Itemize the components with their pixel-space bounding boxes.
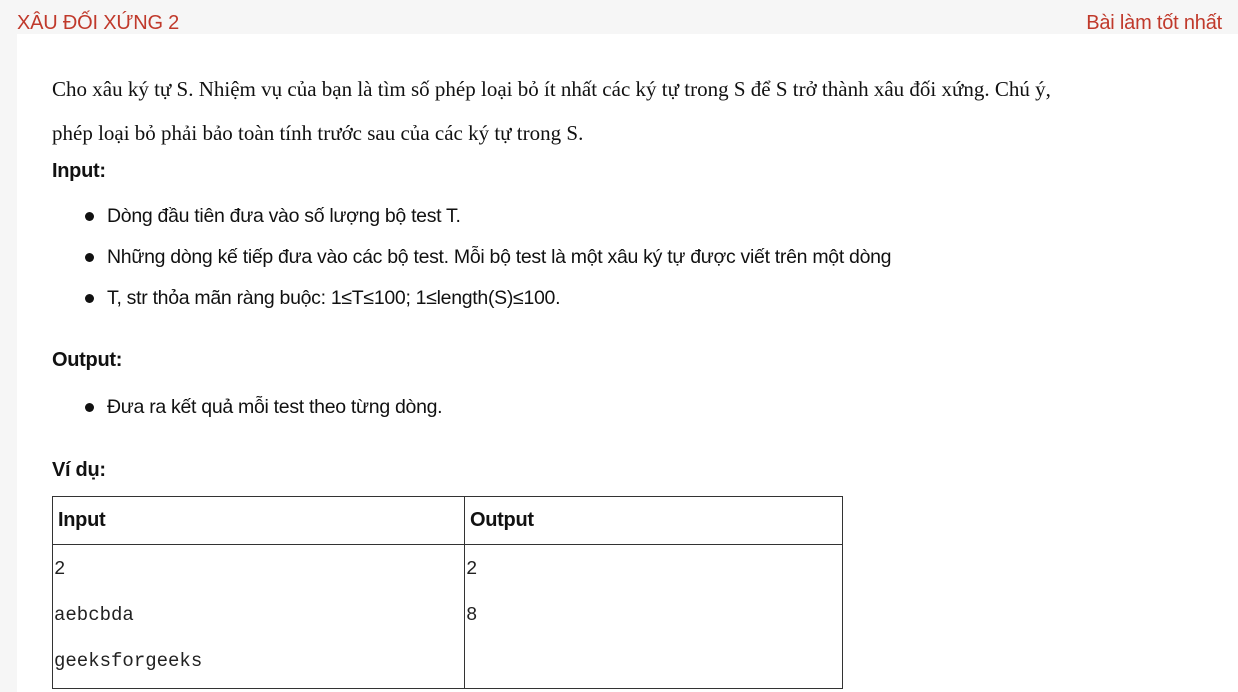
list-item: Những dòng kế tiếp đưa vào các bộ test. …: [52, 242, 892, 283]
problem-content: Cho xâu ký tự S. Nhiệm vụ của bạn là tìm…: [17, 34, 1238, 692]
bullet-icon: [85, 294, 94, 303]
input-item-text: Những dòng kế tiếp đưa vào các bộ test. …: [107, 246, 892, 268]
output-heading: Output:: [52, 349, 123, 371]
list-item: T, str thỏa mãn ràng buộc: 1≤T≤100; 1≤le…: [52, 283, 891, 324]
output-list: Đưa ra kết quả mỗi test theo từng dòng.: [52, 392, 443, 433]
example-output-line: 8: [466, 604, 478, 626]
input-item-text: Dòng đầu tiên đưa vào số lượng bộ test T…: [107, 205, 461, 227]
example-heading: Ví dụ:: [52, 459, 106, 481]
example-input-line: geeksforgeeks: [54, 650, 203, 672]
example-output-line: 2: [466, 558, 478, 580]
example-input-cell: 2 aebcbda geeksforgeeks: [52, 544, 465, 689]
table-header-row: Input Output: [52, 496, 843, 545]
bullet-icon: [85, 403, 94, 412]
best-solutions-link[interactable]: Bài làm tốt nhất: [1086, 12, 1222, 35]
output-item-text: Đưa ra kết quả mỗi test theo từng dòng.: [107, 396, 443, 418]
problem-description: Cho xâu ký tự S. Nhiệm vụ của bạn là tìm…: [52, 67, 1232, 155]
list-item: Đưa ra kết quả mỗi test theo từng dòng.: [52, 392, 443, 433]
table-row: 2 aebcbda geeksforgeeks 2 8: [52, 544, 843, 689]
list-item: Dòng đầu tiên đưa vào số lượng bộ test T…: [52, 201, 891, 242]
bullet-icon: [85, 212, 94, 221]
problem-title: XÂU ĐỐI XỨNG 2: [17, 12, 180, 34]
description-line-2: phép loại bỏ phải bảo toàn tính trước sa…: [52, 121, 584, 145]
input-heading: Input:: [52, 160, 106, 182]
example-output-cell: 2 8: [464, 544, 843, 689]
top-bar: XÂU ĐỐI XỨNG 2 Bài làm tốt nhất: [0, 0, 1238, 34]
description-line-1: Cho xâu ký tự S. Nhiệm vụ của bạn là tìm…: [52, 77, 1051, 101]
example-input-line: aebcbda: [54, 604, 134, 626]
example-table: Input Output 2 aebcbda geeksforgeeks 2 8: [52, 496, 843, 689]
table-header-input: Input: [52, 496, 465, 545]
input-list: Dòng đầu tiên đưa vào số lượng bộ test T…: [52, 201, 892, 324]
table-header-output: Output: [464, 496, 843, 545]
bullet-icon: [85, 253, 94, 262]
input-item-text: T, str thỏa mãn ràng buộc: 1≤T≤100; 1≤le…: [107, 287, 561, 309]
example-input-line: 2: [54, 558, 66, 580]
